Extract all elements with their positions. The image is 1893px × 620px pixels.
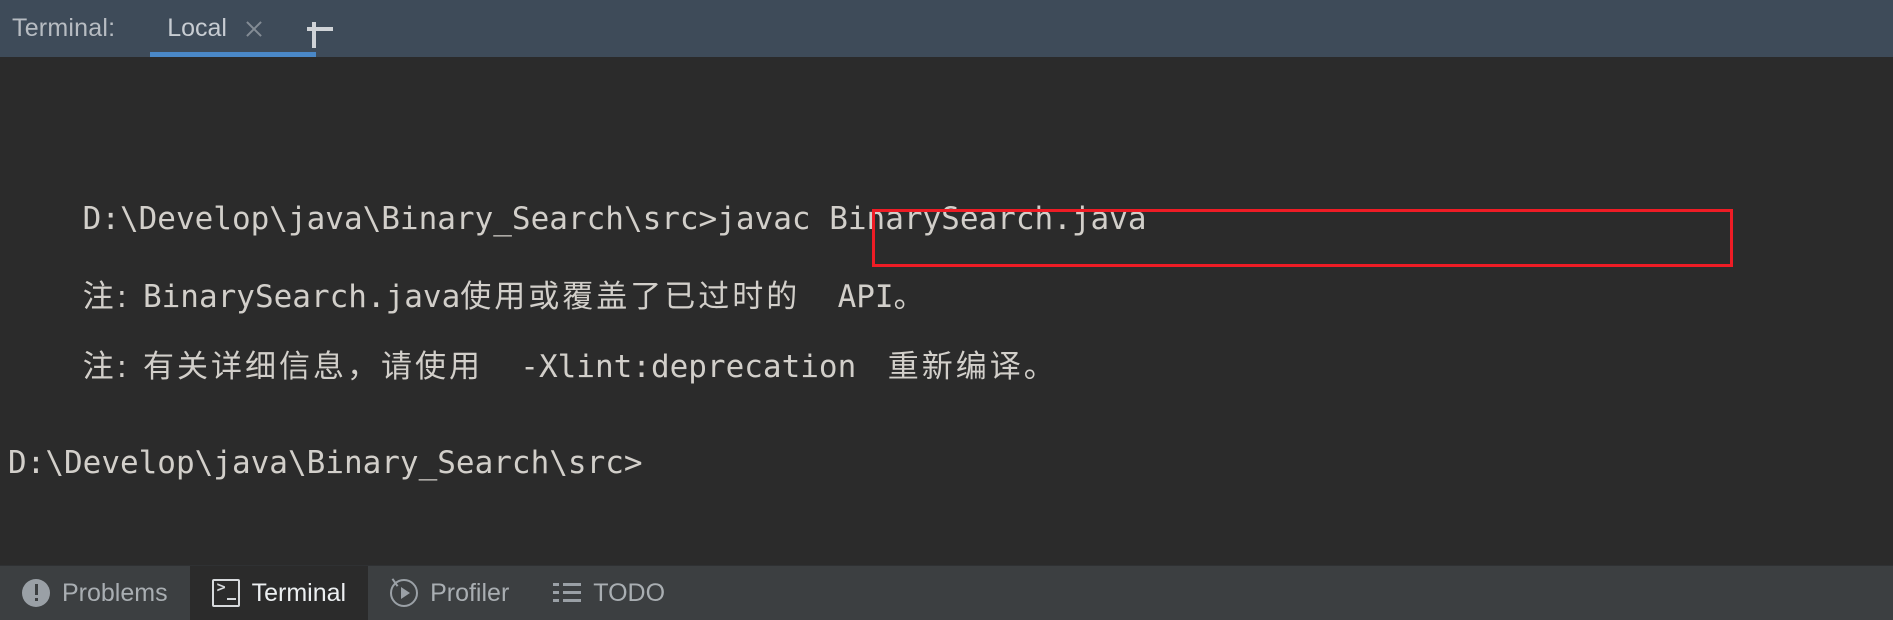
terminal-tab-local[interactable]: Local <box>145 0 281 57</box>
tool-tab-profiler[interactable]: Profiler <box>368 566 531 620</box>
tool-tab-terminal[interactable]: Terminal <box>189 566 369 620</box>
tool-tab-terminal-label: Terminal <box>251 578 347 607</box>
plus-icon[interactable] <box>301 10 339 48</box>
terminal-icon <box>211 578 240 607</box>
terminal-line-3-prefix: 注: <box>82 349 143 385</box>
terminal-line-3-flag: -Xlint:deprecation <box>482 349 875 385</box>
terminal-header-label: Terminal: <box>12 14 116 42</box>
problems-icon <box>22 579 50 607</box>
terminal-line-3-text-b: 重新编译。 <box>874 349 1058 385</box>
close-icon[interactable] <box>243 18 265 40</box>
terminal-tab-local-label: Local <box>167 14 227 42</box>
terminal-line-1-command: \src>javac BinarySearch.java <box>623 201 1147 237</box>
terminal-line-1-path: D:\Develop\java\Binary_Search <box>82 201 624 237</box>
profiler-icon <box>390 579 419 607</box>
terminal-line-prompt: D:\Develop\java\Binary_Search\src> <box>8 445 643 481</box>
terminal-line-note-2: 注: 有关详细信息，请使用 -Xlint:deprecation 重新编译。 <box>8 305 1058 422</box>
terminal-output-area[interactable]: D:\Develop\java\Binary_Search\src>javac … <box>0 57 1893 565</box>
tool-tab-problems-label: Problems <box>62 578 168 607</box>
tool-tab-todo-label: TODO <box>593 578 666 607</box>
tool-window-bar: Problems Terminal Profiler TODO <box>0 565 1893 620</box>
terminal-line-3-text-a: 有关详细信息，请使用 <box>142 349 483 385</box>
todo-icon <box>553 579 582 607</box>
tool-tab-todo[interactable]: TODO <box>531 566 687 620</box>
tool-tab-problems[interactable]: Problems <box>0 566 190 620</box>
tool-tab-profiler-label: Profiler <box>430 578 510 607</box>
terminal-header-bar: Terminal: Local <box>0 0 1893 57</box>
